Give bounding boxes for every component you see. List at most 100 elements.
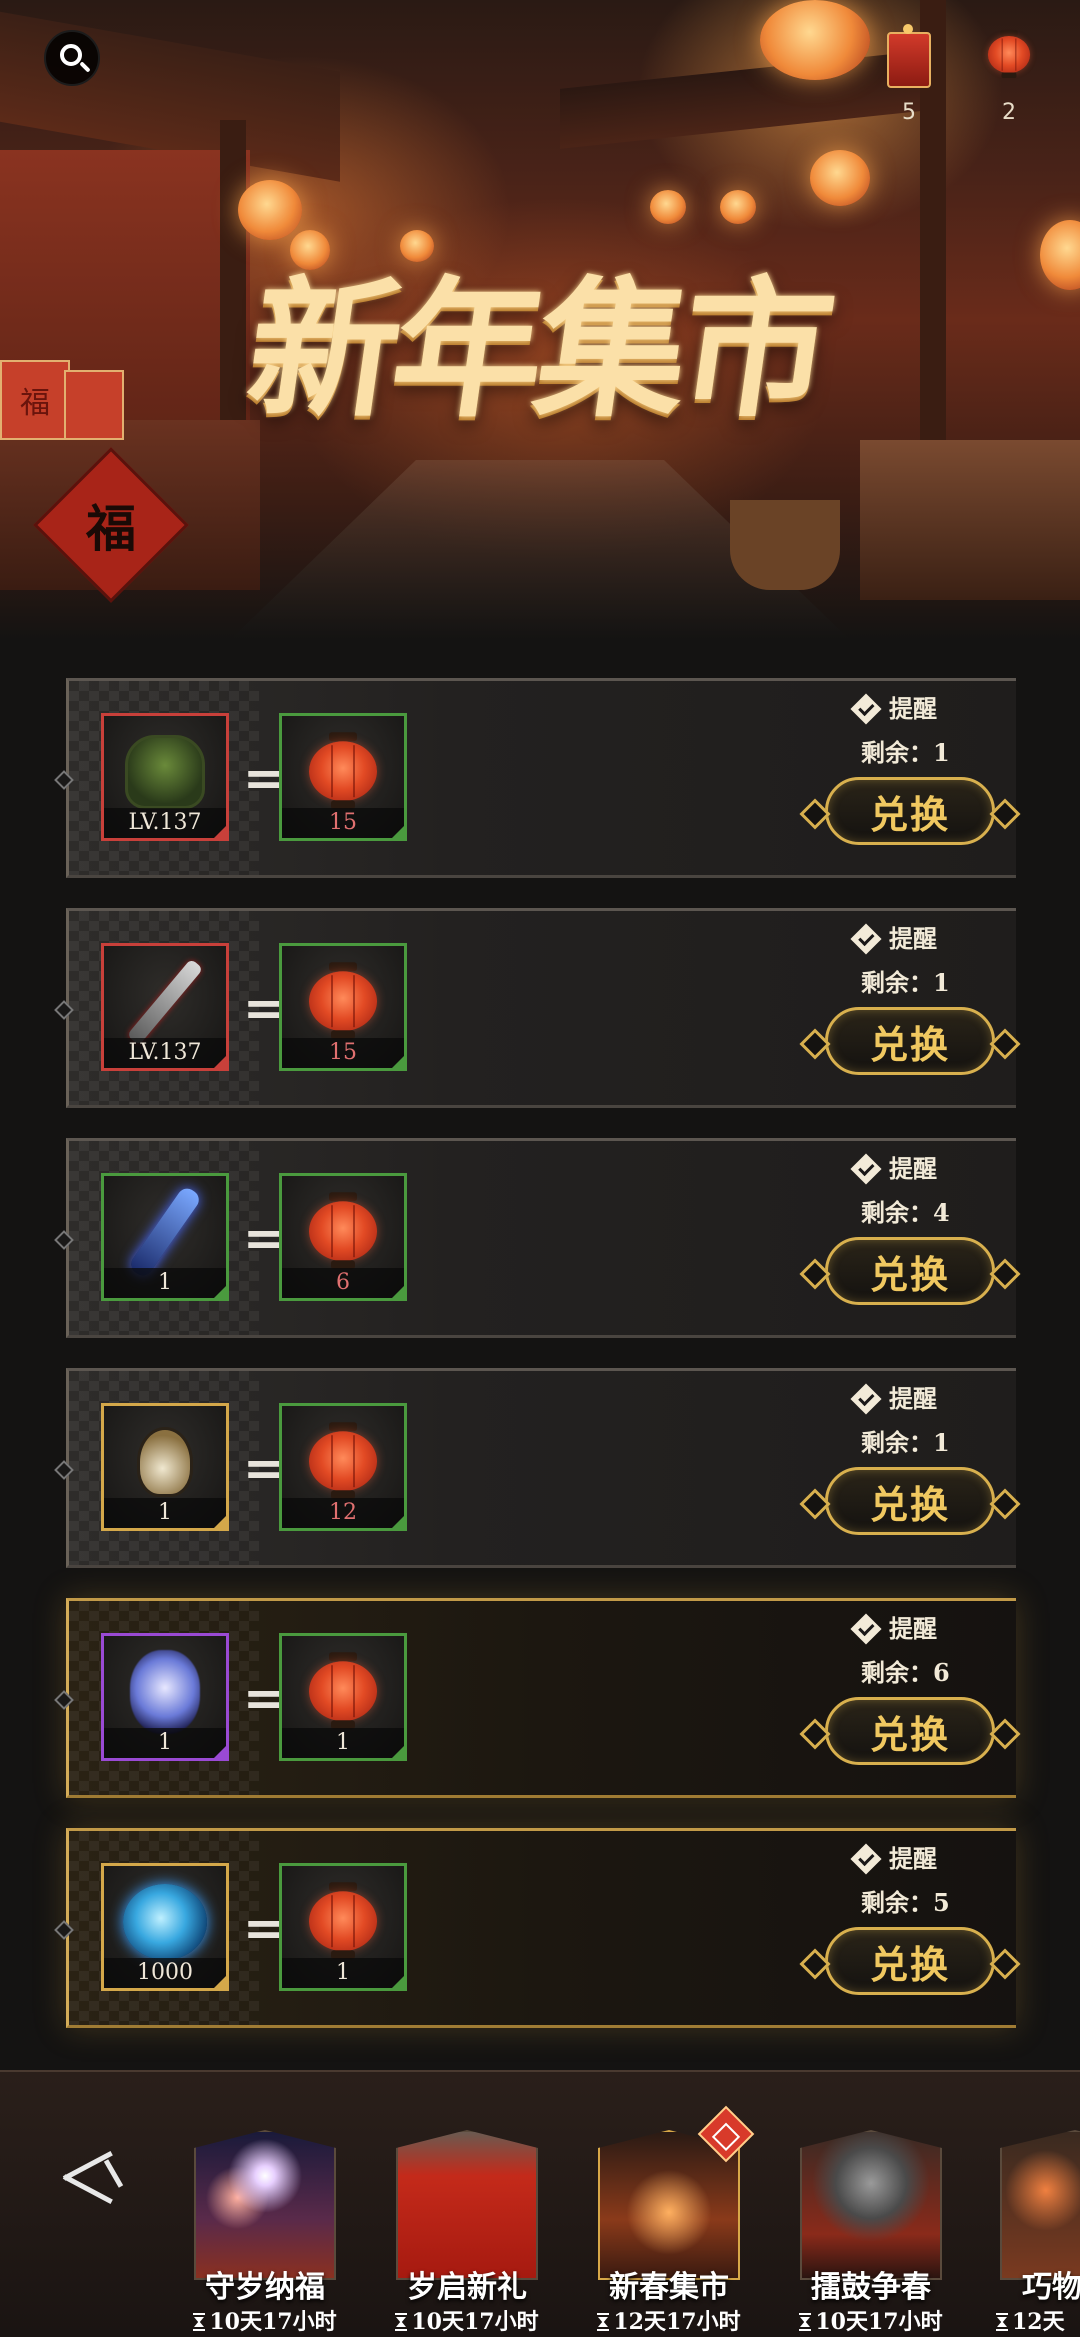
- remind-toggle[interactable]: 提醒: [850, 689, 937, 725]
- event-name: 新春集市: [609, 2270, 729, 2305]
- remind-toggle[interactable]: 提醒: [850, 919, 937, 955]
- search-icon: [60, 44, 82, 66]
- lantern-icon: [307, 1422, 379, 1502]
- remaining-count: 剩余：6: [861, 1658, 950, 1687]
- exchange-button[interactable]: 兑换: [825, 777, 995, 845]
- flask-icon: [137, 1427, 193, 1498]
- event-timer: 12天: [996, 2304, 1080, 2336]
- cost-item-slot[interactable]: 15: [279, 713, 407, 841]
- reward-item-label: 1000: [104, 1958, 226, 1988]
- hourglass-icon: [799, 2313, 812, 2331]
- event-timer: 10天17小时: [378, 2304, 556, 2336]
- remaining-count: 剩余：1: [861, 968, 950, 997]
- reward-item-slot[interactable]: 1: [101, 1173, 229, 1301]
- exchange-button[interactable]: 兑换: [825, 1927, 995, 1995]
- exchange-row: 1 = 6 提醒 剩余：4 兑换: [54, 1138, 1016, 1338]
- resource-firecracker[interactable]: 5: [874, 24, 944, 125]
- resource-lantern[interactable]: 2: [974, 30, 1044, 125]
- checkbox-icon: [850, 1153, 882, 1185]
- sword-icon: [126, 958, 204, 1046]
- reward-item-slot[interactable]: 1000: [101, 1863, 229, 1991]
- remaining-count: 剩余：5: [861, 1888, 950, 1917]
- event-tab-leigu[interactable]: 擂鼓争春 10天17小时: [796, 2110, 946, 2337]
- fu-card: 福: [0, 360, 70, 440]
- event-name: 岁启新礼: [407, 2270, 527, 2305]
- back-button[interactable]: [56, 2142, 146, 2212]
- cost-amount: 15: [282, 808, 404, 838]
- hourglass-icon: [193, 2313, 206, 2331]
- event-name: 擂鼓争春: [811, 2270, 931, 2305]
- event-tab-bar: 守岁纳福 10天17小时 岁启新礼 10天17小时 新春集市 12天17小时 擂…: [0, 2070, 1080, 2337]
- exchange-row: 1 = 12 提醒 剩余：1 兑换: [54, 1368, 1016, 1568]
- cost-amount: 1: [282, 1958, 404, 1988]
- lantern-decoration: [238, 180, 302, 240]
- cost-amount: 12: [282, 1498, 404, 1528]
- cost-item-slot[interactable]: 15: [279, 943, 407, 1071]
- firecracker-icon: [887, 24, 931, 88]
- stall-counter: [860, 440, 1080, 600]
- resource-count: 2: [1002, 100, 1016, 125]
- exchange-button[interactable]: 兑换: [825, 1007, 995, 1075]
- event-tab-suiqi[interactable]: 岁启新礼 10天17小时: [392, 2110, 542, 2337]
- event-tab-shousui[interactable]: 守岁纳福 10天17小时: [190, 2110, 340, 2337]
- cost-amount: 6: [282, 1268, 404, 1298]
- remind-toggle[interactable]: 提醒: [850, 1379, 937, 1415]
- lantern-decoration: [1040, 220, 1080, 290]
- exchange-button[interactable]: 兑换: [825, 1237, 995, 1305]
- event-timer: 12天17小时: [580, 2304, 758, 2336]
- blue-blade-icon: [127, 1184, 203, 1280]
- reward-item-slot[interactable]: 1: [101, 1403, 229, 1531]
- remaining-count: 剩余：1: [861, 1428, 950, 1457]
- lantern-decoration: [760, 0, 870, 80]
- cost-item-slot[interactable]: 12: [279, 1403, 407, 1531]
- red-card: [64, 370, 124, 440]
- reward-item-slot[interactable]: 1: [101, 1633, 229, 1761]
- red-envelope-image: [396, 2130, 538, 2280]
- exchange-button[interactable]: 兑换: [825, 1467, 995, 1535]
- reward-item-label: 1: [104, 1728, 226, 1758]
- lantern-icon: [307, 1192, 379, 1272]
- reward-item-slot[interactable]: LV.137: [101, 943, 229, 1071]
- cost-amount: 1: [282, 1728, 404, 1758]
- cost-amount: 15: [282, 1038, 404, 1068]
- reward-item-label: 1: [104, 1268, 226, 1298]
- remind-toggle[interactable]: 提醒: [850, 1609, 937, 1645]
- remind-toggle[interactable]: 提醒: [850, 1839, 937, 1875]
- exchange-button[interactable]: 兑换: [825, 1697, 995, 1765]
- event-tab-xinchun-market[interactable]: 新春集市 12天17小时: [584, 2070, 755, 2337]
- armor-icon: [125, 735, 205, 810]
- checkbox-icon: [850, 1843, 882, 1875]
- exchange-row: 1 = 1 提醒 剩余：6 兑换: [54, 1598, 1016, 1798]
- event-name: 守岁纳福: [205, 2270, 325, 2305]
- hourglass-icon: [597, 2313, 610, 2331]
- event-tab-qiaowu[interactable]: 巧物 12天: [996, 2110, 1080, 2337]
- hourglass-icon: [395, 2313, 408, 2331]
- lantern-decoration: [650, 190, 686, 224]
- roof-decoration: [560, 51, 920, 149]
- search-button[interactable]: [44, 30, 100, 86]
- checkbox-icon: [850, 1383, 882, 1415]
- event-timer: 10天17小时: [782, 2304, 960, 2336]
- cost-item-slot[interactable]: 1: [279, 1633, 407, 1761]
- lantern-image: [1000, 2130, 1080, 2280]
- remaining-count: 剩余：1: [861, 738, 950, 767]
- exchange-row: LV.137 = 15 提醒 剩余：1 兑换: [54, 908, 1016, 1108]
- reward-item-label: LV.137: [104, 1038, 226, 1068]
- cost-item-slot[interactable]: 6: [279, 1173, 407, 1301]
- remaining-count: 剩余：4: [861, 1198, 950, 1227]
- reward-item-label: LV.137: [104, 808, 226, 838]
- lantern-decoration: [810, 150, 870, 206]
- lantern-icon: [307, 1882, 379, 1962]
- hourglass-icon: [996, 2313, 1008, 2331]
- remind-toggle[interactable]: 提醒: [850, 1149, 937, 1185]
- exchange-row: LV.137 = 15 提醒 剩余：1 兑换: [54, 678, 1016, 878]
- checkbox-icon: [850, 693, 882, 725]
- cost-item-slot[interactable]: 1: [279, 1863, 407, 1991]
- resource-count: 5: [902, 100, 916, 125]
- exchange-row: 1000 = 1 提醒 剩余：5 兑换: [54, 1828, 1016, 2028]
- reward-item-slot[interactable]: LV.137: [101, 713, 229, 841]
- orb-icon: [123, 1884, 207, 1961]
- event-name: 巧物: [1022, 2270, 1080, 2305]
- warrior-image: [800, 2130, 942, 2280]
- lantern-decoration: [720, 190, 756, 224]
